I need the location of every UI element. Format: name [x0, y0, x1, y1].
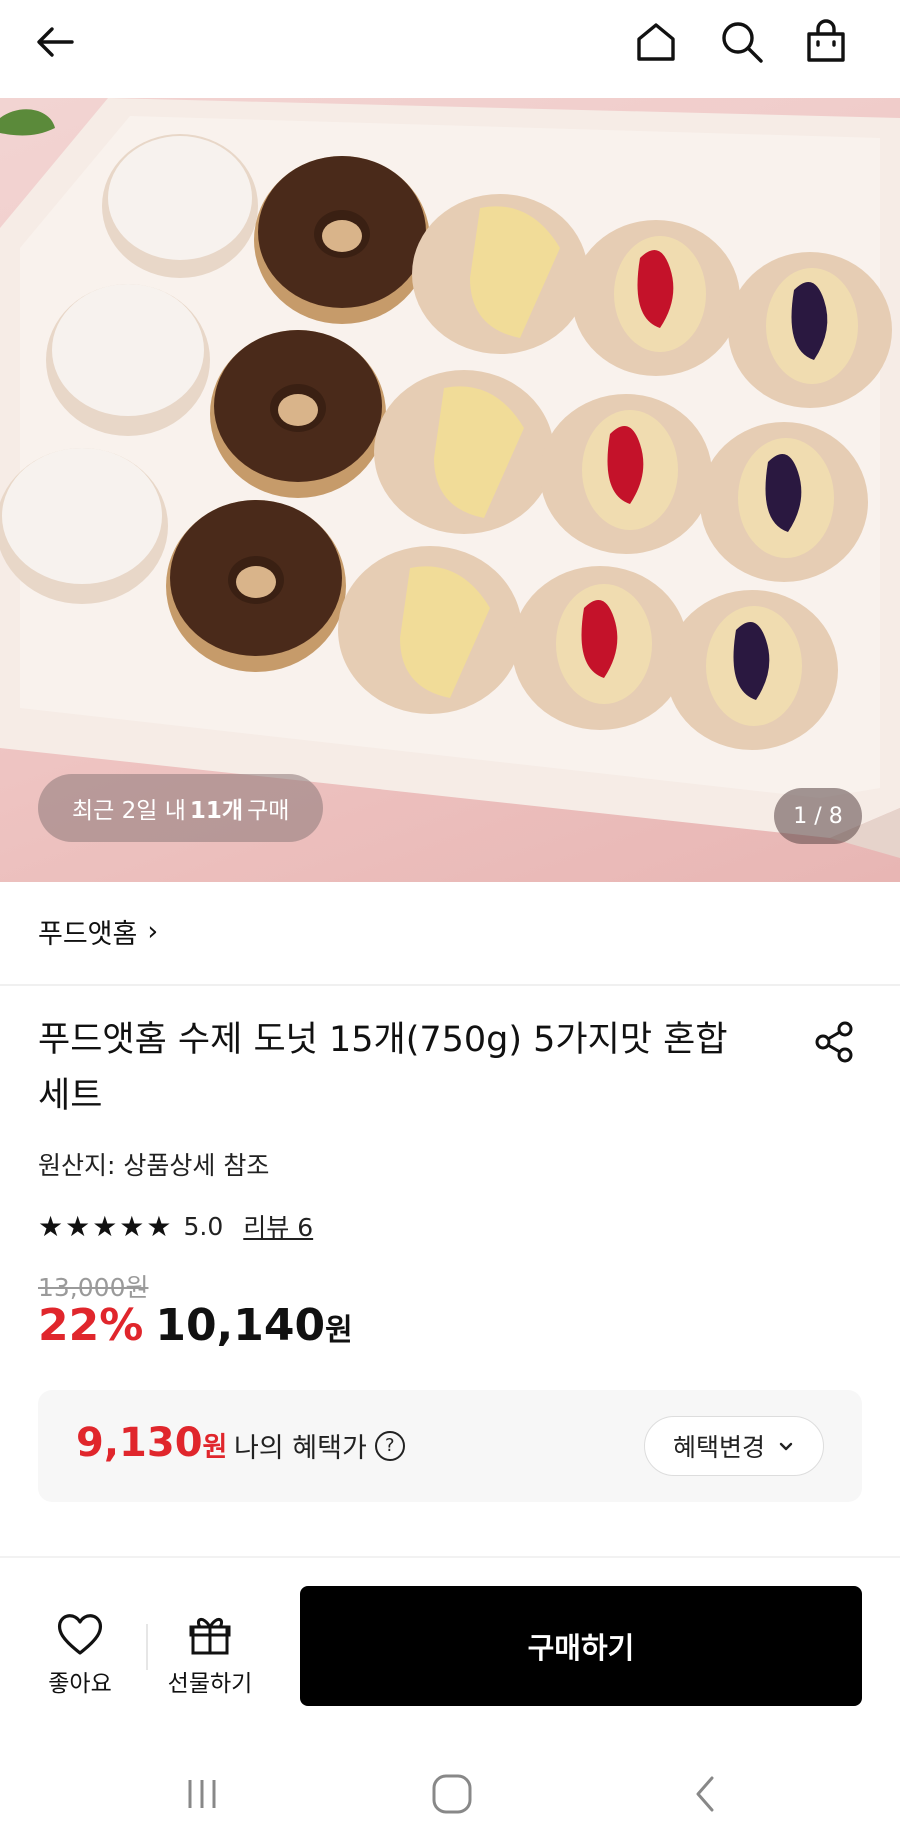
- price-row: 22% 10,140 원: [38, 1300, 353, 1351]
- purchase-count: 11개: [189, 798, 244, 824]
- benefit-price: 9,130 원: [76, 1420, 227, 1466]
- bottom-action-bar: 좋아요 선물하기 구매하기: [0, 1556, 900, 1716]
- shopping-bag-icon[interactable]: [798, 14, 854, 70]
- benefit-price-value: 9,130: [76, 1420, 203, 1466]
- chevron-down-icon: [779, 1442, 793, 1451]
- origin-info: 원산지: 상품상세 참조: [38, 1151, 270, 1180]
- benefit-box: 9,130 원 나의 혜택가 ? 혜택변경: [38, 1390, 862, 1502]
- search-icon[interactable]: [714, 14, 770, 70]
- help-icon[interactable]: ?: [374, 1430, 405, 1461]
- change-benefit-button[interactable]: 혜택변경: [644, 1416, 824, 1476]
- like-button[interactable]: 좋아요: [32, 1608, 128, 1698]
- sale-price: 10,140: [155, 1300, 326, 1351]
- heart-icon: [32, 1608, 128, 1660]
- rating-value: 5.0: [183, 1211, 224, 1241]
- buy-button[interactable]: 구매하기: [300, 1586, 862, 1706]
- brand-name: 푸드앳홈: [38, 919, 138, 950]
- recent-apps-icon[interactable]: [172, 1766, 232, 1822]
- like-label: 좋아요: [48, 1671, 112, 1697]
- star-rating-icon: ★★★★★: [38, 1209, 174, 1243]
- benefit-price-unit: 원: [202, 1432, 228, 1463]
- gift-label: 선물하기: [167, 1671, 253, 1697]
- divider: [146, 1624, 148, 1670]
- purchase-prefix: 최근 2일 내: [72, 798, 186, 824]
- discount-rate: 22%: [38, 1300, 144, 1351]
- change-benefit-label: 혜택변경: [672, 1433, 765, 1462]
- home-nav-icon[interactable]: [422, 1766, 482, 1822]
- review-link[interactable]: 리뷰 6: [243, 1208, 313, 1244]
- brand-link[interactable]: 푸드앳홈 ›: [38, 912, 158, 951]
- original-price: 13,000원: [38, 1273, 149, 1302]
- product-image-carousel[interactable]: 최근 2일 내 11개 구매 1 / 8: [0, 98, 900, 882]
- benefit-label: 나의 혜택가 ?: [234, 1426, 405, 1465]
- image-counter: 1 / 8: [774, 788, 862, 844]
- top-bar: [0, 0, 900, 98]
- divider: [0, 984, 900, 986]
- donut-box-image: [0, 98, 900, 858]
- price-unit: 원: [325, 1313, 353, 1348]
- gift-button[interactable]: 선물하기: [162, 1608, 258, 1698]
- product-title: 푸드앳홈 수제 도넛 15개(750g) 5가지맛 혼합세트: [38, 1020, 728, 1116]
- gift-icon: [162, 1608, 258, 1660]
- purchase-suffix: 구매: [247, 798, 290, 824]
- rating-row: ★★★★★ 5.0 리뷰 6: [38, 1208, 313, 1244]
- system-nav-bar: [0, 1740, 900, 1846]
- share-icon[interactable]: [806, 1014, 862, 1070]
- back-arrow-icon[interactable]: [28, 14, 84, 70]
- chevron-right-icon: ›: [147, 916, 159, 947]
- back-nav-icon[interactable]: [676, 1766, 736, 1822]
- recent-purchase-badge: 최근 2일 내 11개 구매: [38, 774, 324, 842]
- home-icon[interactable]: [628, 14, 684, 70]
- benefit-label-text: 나의 혜택가: [234, 1433, 367, 1464]
